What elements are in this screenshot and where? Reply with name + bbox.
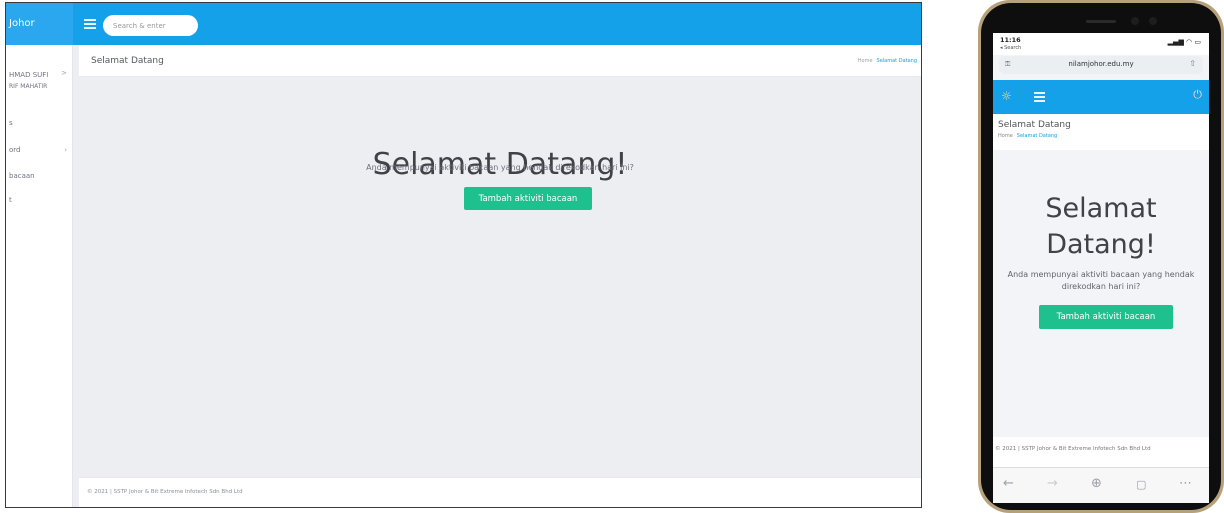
brand-logo[interactable]: Johor [6,3,73,45]
search-input[interactable] [103,15,198,36]
breadcrumb-home[interactable]: Home [998,133,1013,139]
sidebar-item-4[interactable]: t [9,196,12,204]
breadcrumb: Home Selamat Datang [858,58,917,64]
footer: © 2021 | SSTP Johor & Bit Extreme Infote… [993,437,1209,467]
sun-icon[interactable]: ☼ [1001,89,1012,103]
sidebar-user-name[interactable]: HMAD SUFI [9,71,48,79]
sensor-icon [1149,17,1157,25]
breadcrumb-home[interactable]: Home [858,58,873,64]
status-time: 11:16 [1000,36,1021,44]
plus-icon[interactable]: ⊕ [1091,476,1102,491]
sidebar-item-1[interactable]: s [9,119,13,127]
url-text[interactable]: nilamjohor.edu.my [999,60,1203,68]
sidebar: HMAD SUFI > RIF MAHATIR s ord › bacaan t [6,45,73,507]
hamburger-icon[interactable] [1034,92,1045,104]
mobile-top-navbar: ☼ ⏻ [993,80,1209,114]
arrow-left-icon[interactable]: ← [1003,476,1014,491]
browser-url-bar[interactable]: ⚿ nilamjohor.edu.my ⇧ [999,56,1203,74]
power-icon[interactable]: ⏻ [1193,88,1202,102]
phone-frame: 11:16 ◂ Search ▂▄▆ ◠ ▭ ⚿ nilamjohor.edu.… [978,0,1224,513]
add-reading-activity-button[interactable]: Tambah aktiviti bacaan [464,187,592,210]
footer-copyright: © 2021 | SSTP Johor & Bit Extreme Infote… [995,446,1151,452]
main-content: Selamat Datang! Anda mempunyai aktiviti … [79,77,921,477]
breadcrumb: Home Selamat Datang [998,133,1057,139]
welcome-title-line-2: Datang! [1046,229,1156,260]
sidebar-item-3[interactable]: bacaan [9,172,35,180]
tabs-icon[interactable]: ▢ [1136,478,1146,491]
breadcrumb-current: Selamat Datang [1016,133,1058,139]
chevron-icon: › [64,146,67,154]
add-reading-activity-button[interactable]: Tambah aktiviti bacaan [1039,305,1173,329]
welcome-title: Selamat Datang! [993,191,1209,263]
phone-speaker [1086,20,1116,23]
phone-body: 11:16 ◂ Search ▂▄▆ ◠ ▭ ⚿ nilamjohor.edu.… [981,3,1221,510]
top-navbar: Johor [6,3,921,45]
more-icon[interactable]: ⋯ [1179,476,1192,491]
footer-copyright: © 2021 | SSTP Johor & Bit Extreme Infote… [87,489,243,495]
sidebar-user-role: RIF MAHATIR [9,83,48,90]
welcome-subtitle: Anda mempunyai aktiviti bacaan yang hend… [366,163,634,172]
mobile-page-header: Selamat Datang Home Selamat Datang [993,114,1209,150]
chevron-right-icon[interactable]: > [61,69,67,77]
status-bar: 11:16 ◂ Search ▂▄▆ ◠ ▭ [993,33,1209,55]
hamburger-icon[interactable] [84,19,96,29]
sidebar-item-2[interactable]: ord [9,146,20,154]
page-title: Selamat Datang [998,120,1071,130]
welcome-title-line-1: Selamat [1045,193,1157,224]
back-to-search-link[interactable]: ◂ Search [1000,45,1021,51]
phone-screen: 11:16 ◂ Search ▂▄▆ ◠ ▭ ⚿ nilamjohor.edu.… [993,33,1209,503]
breadcrumb-current: Selamat Datang [876,58,917,64]
desktop-screenshot: Johor HMAD SUFI > RIF MAHATIR s ord › ba… [5,2,922,508]
footer: © 2021 | SSTP Johor & Bit Extreme Infote… [79,477,921,507]
page-header: Selamat Datang Home Selamat Datang [79,45,921,77]
arrow-right-icon[interactable]: → [1047,476,1058,491]
share-icon[interactable]: ⇧ [1189,59,1196,68]
signal-wifi-battery-icons: ▂▄▆ ◠ ▭ [1167,38,1201,46]
page-title: Selamat Datang [91,56,164,66]
camera-icon [1131,17,1139,25]
browser-nav-bar: ← → ⊕ ▢ ⋯ [993,467,1209,503]
welcome-subtitle: Anda mempunyai aktiviti bacaan yang hend… [1007,270,1195,291]
